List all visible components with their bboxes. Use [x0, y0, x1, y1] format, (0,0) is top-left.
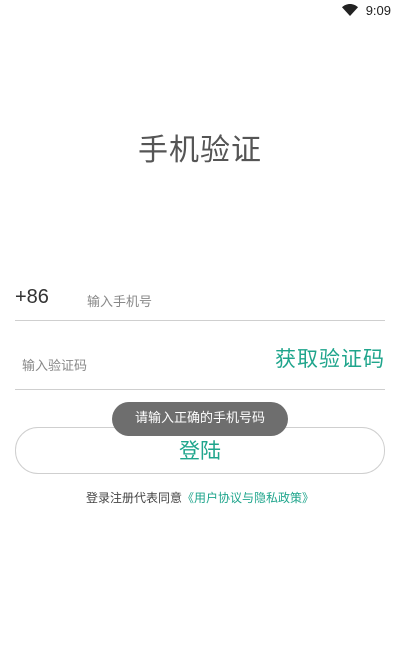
status-bar: 9:09 [0, 0, 400, 24]
verification-code-row: 获取验证码 [15, 340, 385, 390]
phone-field-row: +86 [15, 282, 385, 321]
verification-code-input[interactable] [22, 354, 242, 378]
wifi-icon [342, 4, 358, 16]
get-code-button[interactable]: 获取验证码 [275, 343, 385, 373]
agreement-prefix: 登录注册代表同意 [85, 491, 182, 505]
status-time: 9:09 [365, 3, 391, 18]
country-code[interactable]: +86 [15, 286, 49, 309]
agreement-link[interactable]: 《用户协议与隐私政策》 [182, 491, 314, 505]
toast-message: 请输入正确的手机号码 [112, 402, 288, 436]
page-title: 手机验证 [138, 133, 262, 168]
agreement-line: 登录注册代表同意《用户协议与隐私政策》 [0, 489, 400, 506]
phone-input[interactable] [87, 290, 367, 314]
